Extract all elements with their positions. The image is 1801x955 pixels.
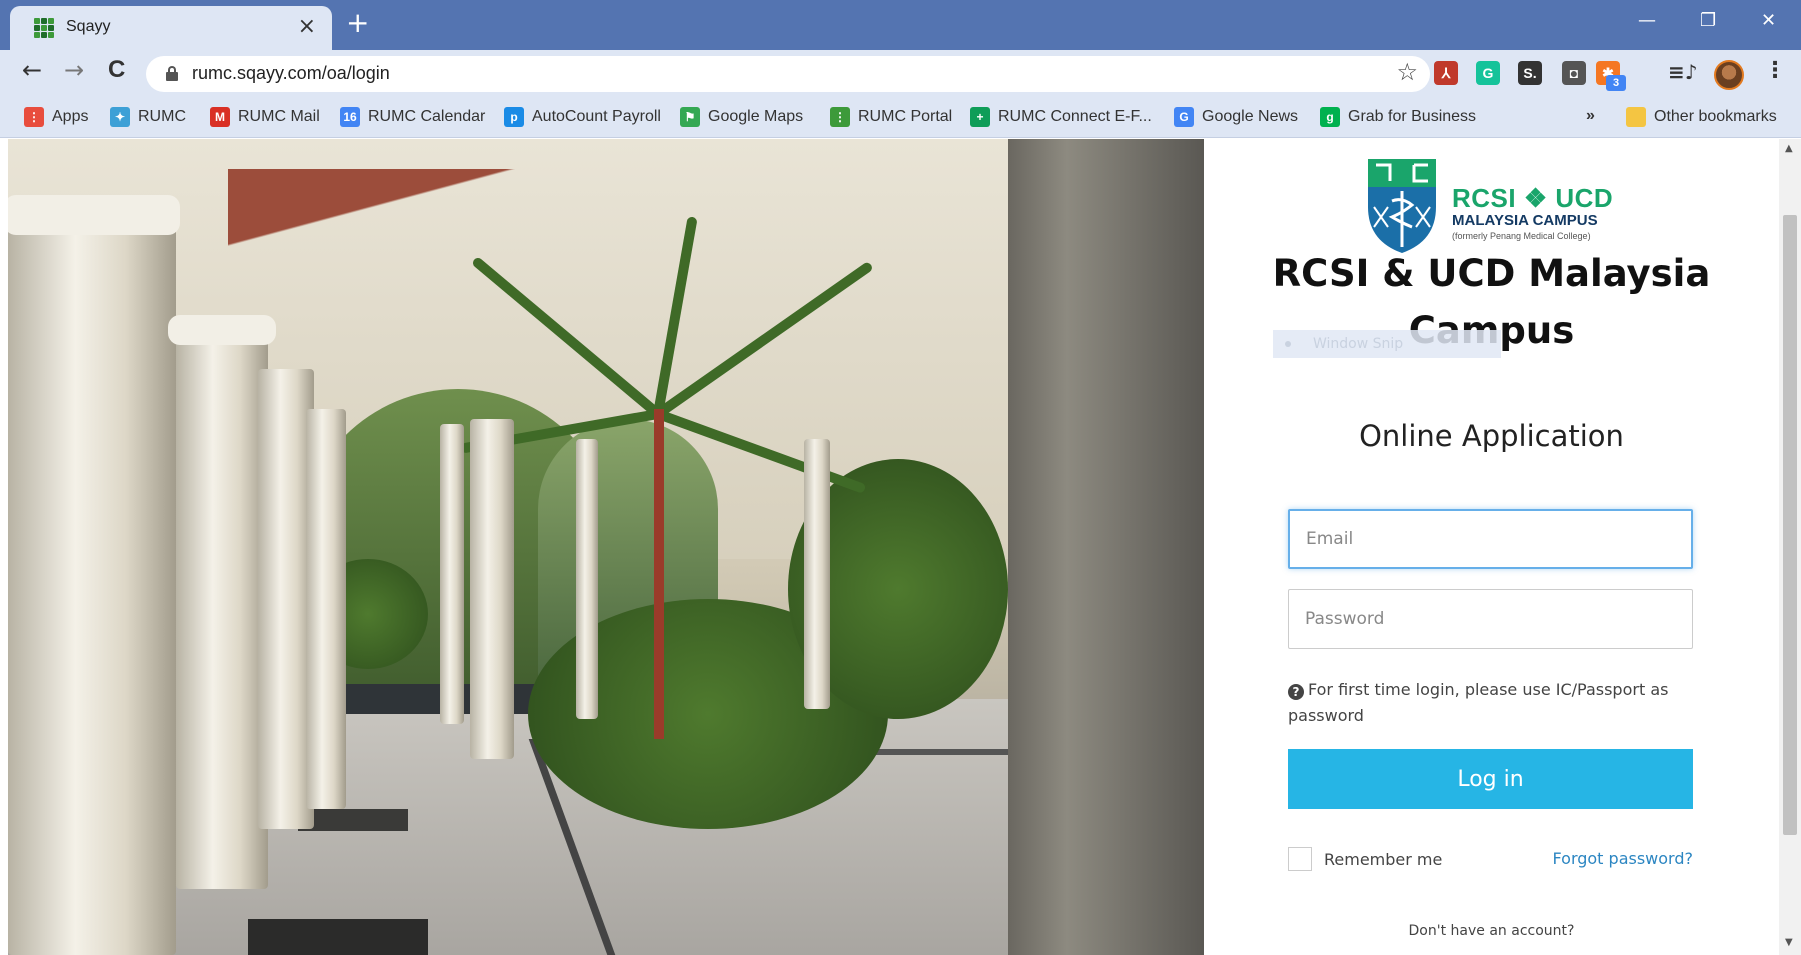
login-button[interactable]: Log in	[1288, 749, 1693, 809]
kebab-menu-icon[interactable]: ⋮	[1764, 58, 1786, 83]
bookmark-item[interactable]: ✦ RUMC	[110, 107, 186, 127]
bookmark-item[interactable]: ⚑ Google Maps	[680, 107, 803, 127]
connect-icon: +	[970, 107, 990, 127]
extension-location-icon[interactable]: ◘	[1562, 61, 1586, 85]
minimize-icon[interactable]: —	[1638, 10, 1656, 31]
forgot-password-link[interactable]: Forgot password?	[1553, 849, 1693, 868]
profile-avatar[interactable]	[1714, 60, 1744, 90]
browser-chrome: Sqayy × + — ❐ ✕ ← → C rumc.sqayy.com/oa/…	[0, 0, 1801, 138]
page-scrollbar[interactable]: ▲ ▼	[1779, 139, 1801, 955]
bookmark-item[interactable]: ⋮ RUMC Portal	[830, 107, 952, 127]
scroll-up-icon[interactable]: ▲	[1785, 143, 1793, 154]
folder-icon	[1626, 107, 1646, 127]
address-bar[interactable]: rumc.sqayy.com/oa/login ☆	[146, 56, 1430, 92]
remember-me-checkbox[interactable]: Remember me	[1288, 847, 1442, 871]
sqayy-portal-icon: ⋮	[830, 107, 850, 127]
autocount-icon: p	[504, 107, 524, 127]
bookmark-label: RUMC Calendar	[368, 108, 486, 125]
extension-count-badge: 3	[1606, 75, 1626, 91]
url-text[interactable]: rumc.sqayy.com/oa/login	[192, 63, 390, 84]
apps-grid-icon: ⋮	[24, 107, 44, 127]
bookmark-label: RUMC Portal	[858, 108, 953, 125]
calendar-icon: 16	[340, 107, 360, 127]
bookmark-item[interactable]: 16 RUMC Calendar	[340, 107, 485, 127]
bookmark-label: RUMC Connect E-F...	[998, 108, 1152, 125]
logo-title: RCSI ❖ UCD	[1452, 183, 1614, 213]
close-window-icon[interactable]: ✕	[1761, 10, 1776, 31]
new-tab-button[interactable]: +	[346, 8, 369, 38]
page-viewport: RCSI ❖ UCD MALAYSIA CAMPUS (formerly Pen…	[0, 139, 1801, 955]
bookmark-label: Apps	[52, 108, 89, 125]
acrobat-icon[interactable]: ⅄	[1434, 61, 1458, 85]
gmail-icon: M	[210, 107, 230, 127]
bookmark-item[interactable]: + RUMC Connect E-F...	[970, 107, 1152, 127]
window-snip-overlay: Window Snip	[1273, 330, 1501, 358]
scroll-thumb[interactable]	[1783, 215, 1797, 835]
email-field[interactable]	[1288, 509, 1693, 569]
news-icon: G	[1174, 107, 1194, 127]
bookmark-item[interactable]: G Google News	[1174, 107, 1298, 127]
logo-note: (formerly Penang Medical College)	[1452, 231, 1591, 241]
rumc-logo-icon: ✦	[110, 107, 130, 127]
checkbox-box[interactable]	[1288, 847, 1312, 871]
sqayy-favicon-icon	[34, 18, 56, 38]
grab-icon: g	[1320, 107, 1340, 127]
grammarly-icon[interactable]: G	[1476, 61, 1500, 85]
scroll-down-icon[interactable]: ▼	[1785, 937, 1793, 948]
bookmark-label: Grab for Business	[1348, 108, 1477, 125]
logo-subtitle: MALAYSIA CAMPUS	[1452, 212, 1598, 229]
bookmarks-bar: ⋮ Apps ✦ RUMC M RUMC Mail 16 RUMC Calendar p Auto…	[0, 98, 1801, 138]
login-panel: RCSI ❖ UCD MALAYSIA CAMPUS (formerly Pen…	[1204, 139, 1779, 955]
bookmark-item[interactable]: g Grab for Business	[1320, 107, 1476, 127]
other-bookmarks-label: Other bookmarks	[1654, 108, 1777, 125]
shield-crest-icon	[1368, 159, 1436, 253]
hint-text: For first time login, please use IC/Pass…	[1288, 680, 1669, 725]
bookmark-label: RUMC Mail	[238, 108, 320, 125]
sqayy-s-icon[interactable]: S.	[1518, 61, 1542, 85]
bookmark-label: Google Maps	[708, 108, 804, 125]
tab-sqayy[interactable]: Sqayy ×	[10, 6, 332, 50]
bookmark-label: RUMC	[138, 108, 186, 125]
browser-toolbar: ← → C rumc.sqayy.com/oa/login ☆ ⅄ G S. ◘ ✱ 3…	[0, 50, 1801, 98]
bookmarks-overflow-icon[interactable]: »	[1586, 107, 1595, 125]
bookmark-label: Google News	[1202, 108, 1299, 125]
bookmark-star-icon[interactable]: ☆	[1396, 58, 1418, 86]
bookmark-item[interactable]: p AutoCount Payroll	[504, 107, 661, 127]
bookmark-label: AutoCount Payroll	[532, 108, 661, 125]
back-arrow-icon[interactable]: ←	[22, 56, 42, 84]
other-bookmarks[interactable]: Other bookmarks	[1626, 107, 1777, 127]
reload-icon[interactable]: C	[108, 56, 125, 84]
tab-close-icon[interactable]: ×	[298, 14, 316, 39]
restore-icon[interactable]: ❐	[1700, 10, 1716, 31]
bookmark-item[interactable]: M RUMC Mail	[210, 107, 320, 127]
forward-arrow-icon[interactable]: →	[64, 56, 84, 84]
tab-strip: Sqayy × + — ❐ ✕	[0, 0, 1801, 50]
maps-icon: ⚑	[680, 107, 700, 127]
password-field[interactable]	[1288, 589, 1693, 649]
page-subtitle: Online Application	[1359, 419, 1624, 453]
first-login-hint: ? For first time login, please use IC/Pas…	[1288, 677, 1693, 729]
question-circle-icon: ?	[1288, 684, 1304, 700]
bookmark-item[interactable]: ⋮ Apps	[24, 107, 88, 127]
tab-title: Sqayy	[66, 18, 111, 35]
media-control-icon[interactable]: ≡♪	[1668, 60, 1698, 84]
remember-me-label: Remember me	[1324, 849, 1443, 869]
rcsi-ucd-logo: RCSI ❖ UCD MALAYSIA CAMPUS (formerly Pen…	[1366, 157, 1616, 257]
lock-icon	[166, 66, 178, 81]
campus-courtyard-photo	[8, 139, 1204, 955]
signup-prompt: Don't have an account?	[1408, 923, 1575, 939]
